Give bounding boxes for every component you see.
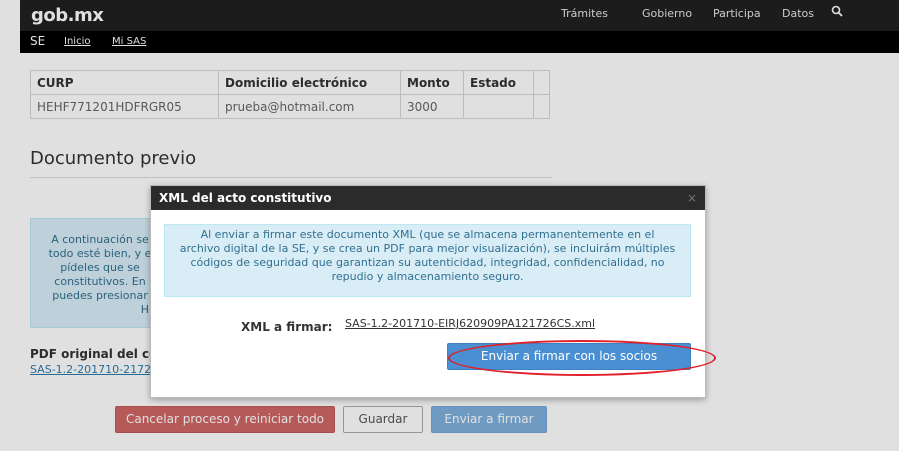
modal-info-line: repudio y almacenamiento seguro.	[331, 270, 524, 283]
modal-info-line: códigos de seguridad que garantizan su a…	[190, 256, 665, 269]
modal-title: XML del acto constitutivo	[159, 191, 332, 205]
xml-file-link[interactable]: SAS-1.2-201710-EIRJ620909PA121726CS.xml	[345, 317, 595, 330]
xml-modal: XML del acto constitutivo × Al enviar a …	[150, 185, 706, 398]
modal-header: XML del acto constitutivo ×	[151, 186, 705, 210]
send-to-partners-button[interactable]: Enviar a firmar con los socios	[447, 343, 691, 370]
xml-to-sign-label: XML a firmar:	[241, 320, 333, 334]
close-icon[interactable]: ×	[687, 186, 697, 210]
modal-info-line: archivo digital de la SE, y se crea un P…	[179, 242, 676, 255]
modal-info-line: Al enviar a firmar este documento XML (q…	[200, 228, 655, 241]
modal-info-alert: Al enviar a firmar este documento XML (q…	[164, 224, 691, 297]
